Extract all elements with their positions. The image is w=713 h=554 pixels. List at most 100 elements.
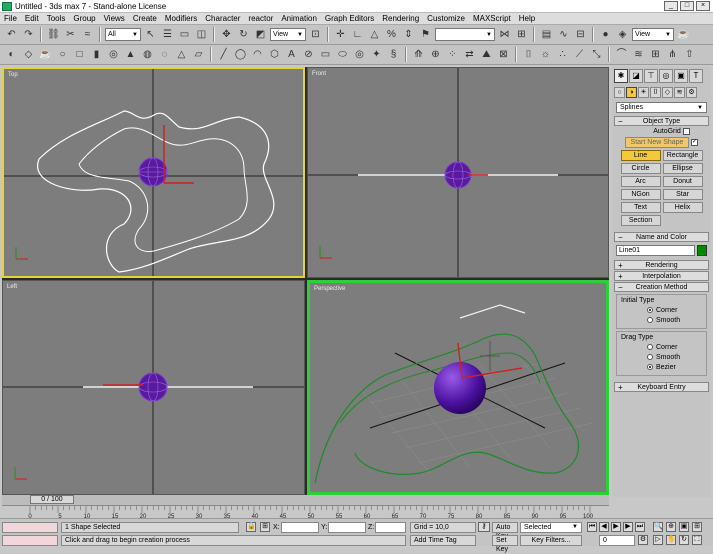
text-tool-icon[interactable]: A <box>284 47 299 62</box>
menu-maxscript[interactable]: MAXScript <box>473 14 511 23</box>
modifier-edit-mesh-icon[interactable]: ⋔ <box>665 47 680 62</box>
create-tab-icon[interactable]: ✱ <box>614 69 628 83</box>
material-editor-icon[interactable]: ● <box>598 27 613 42</box>
move-icon[interactable]: ✥ <box>219 27 234 42</box>
donut-button[interactable]: Donut <box>662 176 703 187</box>
ellipse-button[interactable]: Ellipse <box>662 163 703 174</box>
arc-rotate-icon[interactable]: ↻ <box>679 535 689 545</box>
lights-icon[interactable]: ☀ <box>638 87 649 98</box>
rollout-keyboard-entry[interactable]: + Keyboard Entry <box>614 382 709 392</box>
shapes-icon[interactable]: ◑ <box>626 87 637 98</box>
pan-icon[interactable]: ✋ <box>666 535 676 545</box>
goto-start-icon[interactable]: ⏮ <box>587 522 597 532</box>
modifier-bend-icon[interactable]: ⌒ <box>614 47 629 62</box>
time-slider-thumb[interactable]: 0 / 100 <box>30 495 74 504</box>
select-object-icon[interactable]: ↖ <box>143 27 158 42</box>
modify-tab-icon[interactable]: ◪ <box>629 69 643 83</box>
bones-icon[interactable]: ⟋ <box>572 47 587 62</box>
start-new-shape-button[interactable]: Start New Shape <box>625 137 689 148</box>
object-name-field[interactable]: Line01 <box>616 245 695 256</box>
y-coord-field[interactable] <box>328 522 366 533</box>
named-selection-dropdown[interactable]: ▼ <box>435 28 495 41</box>
particles-icon[interactable]: ∴ <box>555 47 570 62</box>
space-warps-icon[interactable]: ≋ <box>674 87 685 98</box>
absolute-mode-icon[interactable]: ⊞ <box>260 522 270 532</box>
pivot-center-icon[interactable]: ⊡ <box>308 27 323 42</box>
autogrid-checkbox[interactable] <box>682 128 690 135</box>
cameras-icon[interactable]: ⌷ <box>650 87 661 98</box>
render-scene-icon[interactable]: ◈ <box>615 27 630 42</box>
circle-tool-icon[interactable]: ◯ <box>233 47 248 62</box>
boolean-icon[interactable]: ⊕ <box>428 47 443 62</box>
drag-bezier-radio[interactable]: Bezier <box>647 362 702 372</box>
pyramid-icon[interactable]: △ <box>174 47 189 62</box>
start-new-shape-checkbox[interactable]: ✓ <box>691 139 698 146</box>
morph-icon[interactable]: ⇄ <box>462 47 477 62</box>
menu-graph-editors[interactable]: Graph Editors <box>325 14 374 23</box>
ref-coord-dropdown[interactable]: View ▼ <box>270 28 306 41</box>
helix-button[interactable]: Helix <box>662 202 703 213</box>
menu-create[interactable]: Create <box>133 14 157 23</box>
modifier-extrude-icon[interactable]: ⇧ <box>682 47 697 62</box>
ik-icon[interactable]: ⤡ <box>589 47 604 62</box>
maximize-button[interactable]: □ <box>680 1 694 11</box>
percent-snap-icon[interactable]: % <box>384 27 399 42</box>
motion-tab-icon[interactable]: ◎ <box>659 69 673 83</box>
display-tab-icon[interactable]: ▣ <box>674 69 688 83</box>
render-type-dropdown[interactable]: View ▼ <box>632 28 674 41</box>
rollout-object-type[interactable]: − Object Type <box>614 116 709 126</box>
viewport-label[interactable]: Perspective <box>314 286 345 292</box>
box-icon[interactable]: □ <box>72 47 87 62</box>
key-filters-button[interactable]: Key Filters... <box>520 535 582 546</box>
utilities-tab-icon[interactable]: T <box>689 69 703 83</box>
drag-smooth-radio[interactable]: Smooth <box>647 352 702 362</box>
menu-customize[interactable]: Customize <box>427 14 465 23</box>
viewport-label[interactable]: Left <box>7 284 17 290</box>
rollout-rendering[interactable]: + Rendering <box>614 260 709 270</box>
angle-snap-icon[interactable]: △ <box>367 27 382 42</box>
quick-render-icon[interactable]: ☕ <box>676 27 691 42</box>
menu-reactor[interactable]: reactor <box>248 14 273 23</box>
geometry-icon[interactable]: ○ <box>614 87 625 98</box>
menu-views[interactable]: Views <box>104 14 125 23</box>
zoom-extents-all-icon[interactable]: ⊞ <box>692 522 702 532</box>
terrain-icon[interactable]: ⛰ <box>479 47 494 62</box>
geosphere-icon[interactable]: ◍ <box>140 47 155 62</box>
z-coord-field[interactable] <box>375 522 406 533</box>
section-tool-icon[interactable]: ⊘ <box>301 47 316 62</box>
current-frame-field[interactable]: 0 <box>599 535 635 546</box>
torus-icon[interactable]: ◎ <box>106 47 121 62</box>
bind-space-warp-icon[interactable]: ≈ <box>80 27 95 42</box>
text-button[interactable]: Text <box>620 202 661 213</box>
rollout-interpolation[interactable]: + Interpolation <box>614 271 709 281</box>
initial-smooth-radio[interactable]: Smooth <box>647 315 702 325</box>
menu-help[interactable]: Help <box>519 14 535 23</box>
rectangle-button[interactable]: Rectangle <box>662 150 703 161</box>
viewport-label[interactable]: Front <box>312 71 326 77</box>
time-slider[interactable]: 0 / 100 <box>2 495 609 505</box>
helpers-icon[interactable]: ◇ <box>662 87 673 98</box>
track-bar[interactable]: 0 5 10 15 20 25 30 35 40 45 50 55 60 65 … <box>2 505 609 520</box>
x-coord-field[interactable] <box>281 522 319 533</box>
zoom-extents-icon[interactable]: ▣ <box>679 522 689 532</box>
menu-modifiers[interactable]: Modifiers <box>165 14 197 23</box>
play-icon[interactable]: ▶ <box>611 522 621 532</box>
maxscript-listener-field[interactable] <box>2 522 58 533</box>
unlink-icon[interactable]: ✂ <box>63 27 78 42</box>
initial-corner-radio[interactable]: Corner <box>647 305 702 315</box>
maxscript-output-field[interactable] <box>2 535 58 546</box>
menu-character[interactable]: Character <box>205 14 240 23</box>
camera-icon[interactable]: ⌷ <box>521 47 536 62</box>
scatter-icon[interactable]: ⁘ <box>445 47 460 62</box>
systems-icon[interactable]: ⚙ <box>686 87 697 98</box>
time-config-icon[interactable]: ⚙ <box>638 535 648 545</box>
ngon-button[interactable]: NGon <box>620 189 661 200</box>
auto-key-button[interactable]: Auto Key <box>492 522 518 540</box>
modifier-noise-icon[interactable]: ≋ <box>631 47 646 62</box>
light-icon[interactable]: ☼ <box>538 47 553 62</box>
mesher-icon[interactable]: ⊠ <box>496 47 511 62</box>
ngon-tool-icon[interactable]: ⬡ <box>267 47 282 62</box>
menu-animation[interactable]: Animation <box>281 14 317 23</box>
menu-file[interactable]: File <box>4 14 17 23</box>
selection-filter-dropdown[interactable]: All ▼ <box>105 28 141 41</box>
